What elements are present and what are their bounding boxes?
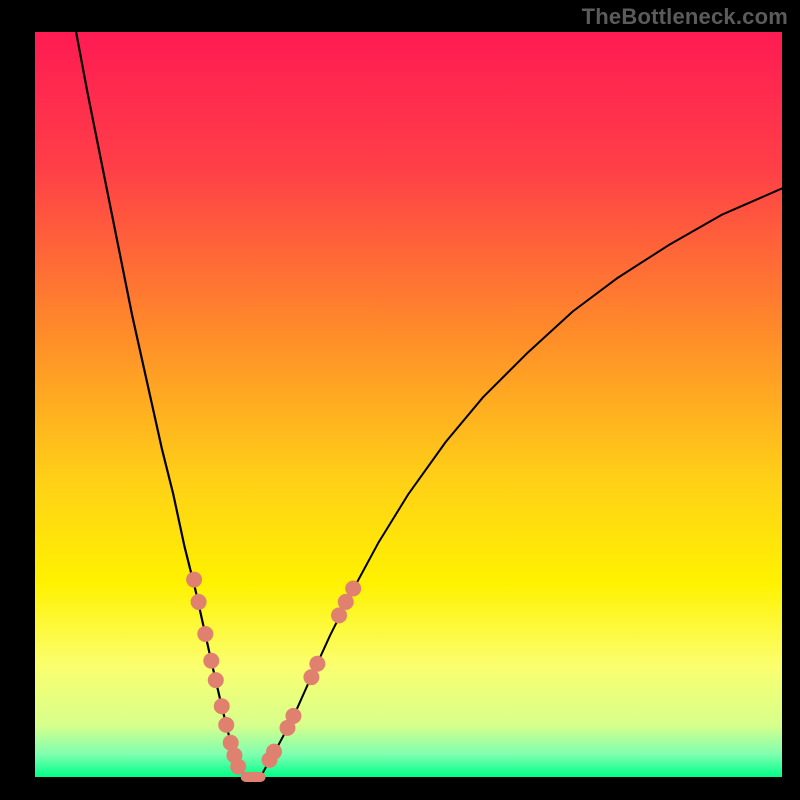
marker-right-8: [345, 581, 361, 597]
chart-frame: TheBottleneck.com: [0, 0, 800, 800]
marker-right-3: [285, 708, 301, 724]
marker-left-5: [214, 698, 230, 714]
marker-left-0: [186, 572, 202, 588]
marker-left-3: [203, 653, 219, 669]
chart-canvas: [0, 0, 800, 800]
marker-left-2: [197, 626, 213, 642]
marker-right-7: [338, 594, 354, 610]
marker-left-9: [230, 759, 246, 775]
marker-left-1: [191, 594, 207, 610]
marker-right-1: [266, 744, 282, 760]
plot-background: [35, 32, 782, 777]
watermark-text: TheBottleneck.com: [582, 4, 788, 30]
marker-left-4: [208, 672, 224, 688]
marker-left-6: [218, 717, 234, 733]
marker-right-5: [309, 656, 325, 672]
